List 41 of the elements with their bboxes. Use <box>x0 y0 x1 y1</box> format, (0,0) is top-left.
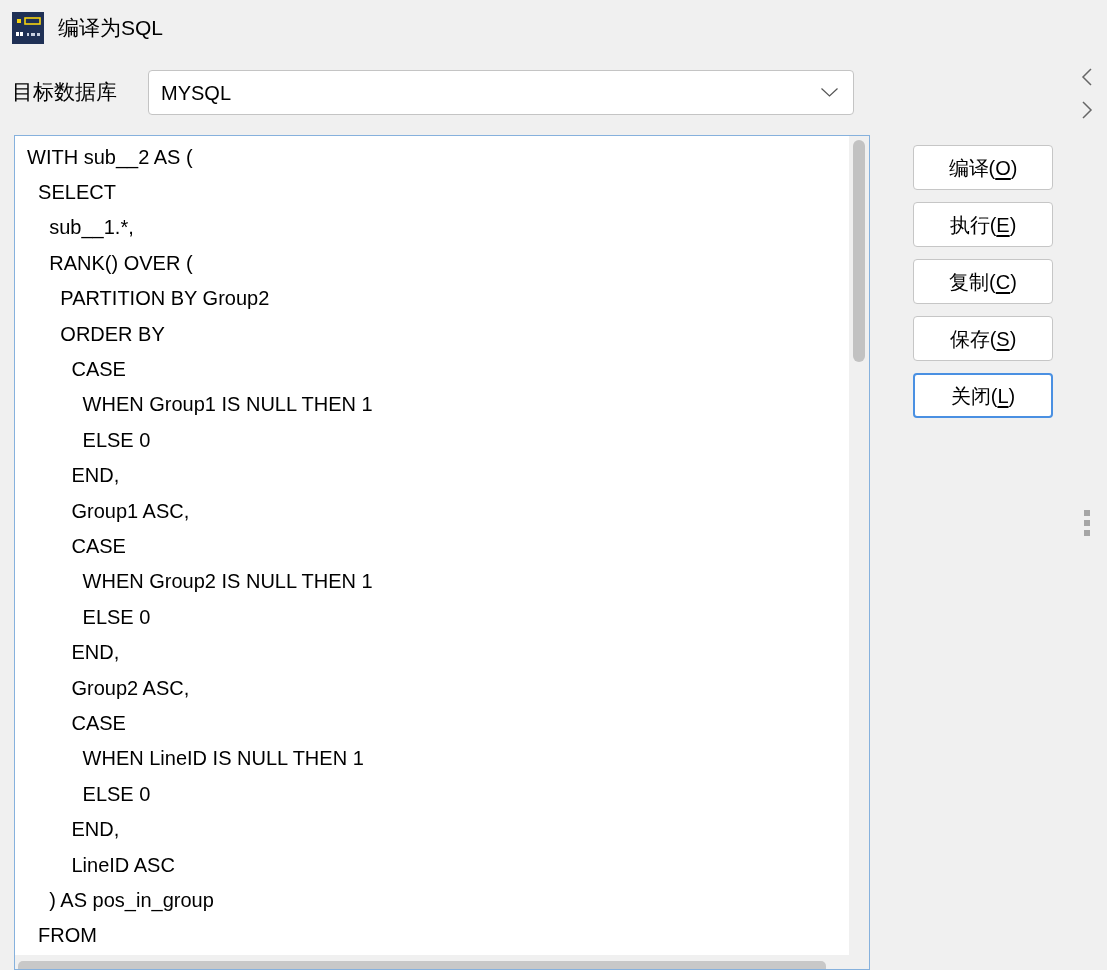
code-line: WHEN Group2 IS NULL THEN 1 <box>81 569 373 594</box>
code-line: ELSE 0 <box>81 427 151 452</box>
vertical-scrollbar[interactable] <box>849 136 869 955</box>
horizontal-scrollbar[interactable] <box>15 955 869 969</box>
field-label: 目标数据库 <box>12 80 117 103</box>
code-line: LineID ASC <box>70 852 175 877</box>
chevron-right-icon[interactable] <box>1081 101 1093 119</box>
code-line: CASE <box>70 357 126 382</box>
code-line: ) AS pos_in_group <box>48 887 214 912</box>
chevron-down-icon <box>821 88 838 97</box>
app-icon <box>12 12 44 44</box>
dialog-button[interactable]: 编译(O) <box>913 145 1053 190</box>
window-title: 编译为SQL <box>58 15 164 41</box>
chevron-left-icon[interactable] <box>1081 68 1093 86</box>
code-line: Group1 ASC, <box>70 498 190 523</box>
code-line: Group2 ASC, <box>70 675 190 700</box>
database-select[interactable]: MYSQL <box>148 70 854 115</box>
code-editor[interactable] <box>14 135 870 970</box>
scrollbar-thumb[interactable] <box>18 961 826 969</box>
code-line: WHEN LineID IS NULL THEN 1 <box>81 746 364 771</box>
code-line: WITH sub__2 AS ( <box>27 144 193 169</box>
code-line: CASE <box>70 534 126 558</box>
code-line: END, <box>70 463 120 488</box>
dialog-button[interactable]: 保存(S) <box>913 316 1053 361</box>
code-line: END, <box>70 817 120 842</box>
code-line: FROM <box>37 923 97 948</box>
code-line: PARTITION BY Group2 <box>59 286 270 311</box>
dialog-button[interactable]: 关闭(L) <box>913 373 1053 418</box>
code-line: END, <box>70 640 120 665</box>
code-line: sub__1.*, <box>48 215 134 240</box>
grip-icon[interactable] <box>1084 510 1090 536</box>
dialog-button[interactable]: 执行(E) <box>913 202 1053 247</box>
scrollbar-thumb[interactable] <box>853 140 865 362</box>
code-line: ORDER BY <box>59 321 165 346</box>
code-line: SELECT <box>37 180 116 205</box>
code-line: ELSE 0 <box>81 781 151 806</box>
code-line: RANK() OVER ( <box>48 250 193 275</box>
code-line: WHEN Group1 IS NULL THEN 1 <box>81 392 373 417</box>
dialog-button[interactable]: 复制(C) <box>913 259 1053 304</box>
code-line: ELSE 0 <box>81 604 151 629</box>
code-line: CASE <box>70 710 126 735</box>
